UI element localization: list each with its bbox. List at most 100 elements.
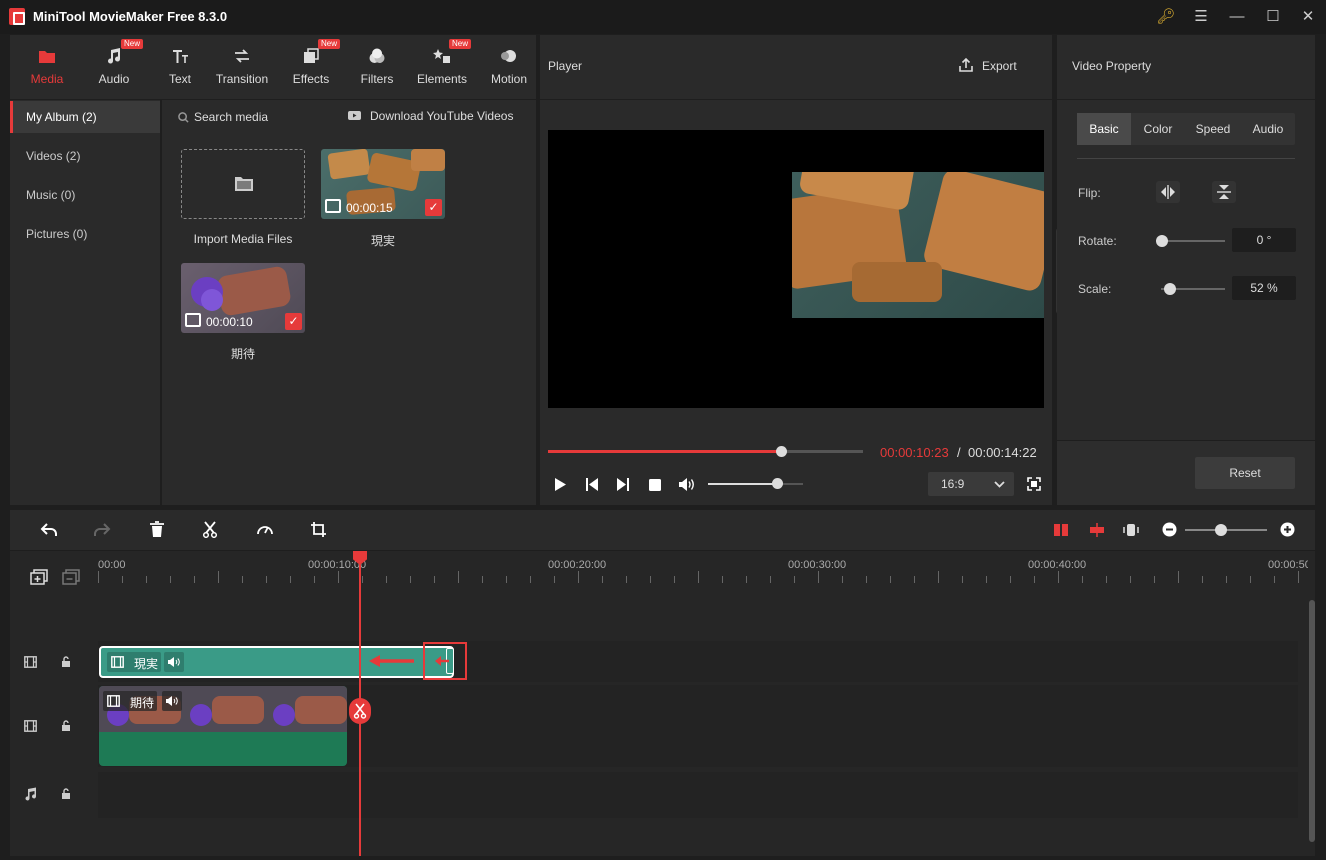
tab-color[interactable]: Color xyxy=(1131,113,1185,145)
tab-audio-property[interactable]: Audio xyxy=(1241,113,1295,145)
scale-handle[interactable] xyxy=(1164,283,1176,295)
ruler-tick xyxy=(242,576,243,583)
ruler-tick xyxy=(530,576,531,583)
minimize-button[interactable]: — xyxy=(1223,4,1251,30)
audio-wave-icon[interactable] xyxy=(1123,522,1139,538)
split-clip-icon[interactable] xyxy=(1089,522,1105,538)
property-footer: Reset xyxy=(1057,441,1315,505)
menu-icon[interactable]: ☰ xyxy=(1187,4,1215,30)
lock-icon[interactable] xyxy=(61,788,71,800)
tab-motion[interactable]: Motion xyxy=(476,35,542,99)
crop-icon[interactable] xyxy=(310,521,327,538)
tab-effects[interactable]: New Effects xyxy=(278,35,344,99)
tab-text[interactable]: Text xyxy=(147,35,213,99)
filters-icon xyxy=(369,48,385,63)
aspect-ratio-select[interactable]: 16:9 xyxy=(928,472,1014,496)
tab-filters[interactable]: Filters xyxy=(344,35,410,99)
export-button[interactable]: Export xyxy=(956,57,1026,77)
volume-icon[interactable] xyxy=(678,477,696,492)
ruler-tick xyxy=(266,576,267,583)
zoom-out-icon[interactable] xyxy=(1162,522,1177,537)
player-title: Player xyxy=(548,59,583,73)
add-track-icon[interactable] xyxy=(30,569,48,585)
import-media-button[interactable] xyxy=(181,149,305,219)
tab-text-label: Text xyxy=(168,72,191,86)
seek-bar[interactable] xyxy=(548,446,863,457)
ruler-tick xyxy=(314,576,315,583)
timeline-ruler[interactable]: 00:00 00:00:10:00 00:00:20:00 00:00:30:0… xyxy=(98,551,1308,593)
lock-icon[interactable] xyxy=(61,720,71,732)
remove-track-icon[interactable] xyxy=(62,569,80,585)
search-input[interactable]: Search media xyxy=(194,110,268,124)
undo-icon[interactable] xyxy=(40,522,58,538)
flip-vertical-icon[interactable] xyxy=(1212,181,1236,203)
tab-media[interactable]: Media xyxy=(14,35,80,99)
tab-audio[interactable]: New Audio xyxy=(81,35,147,99)
seek-handle[interactable] xyxy=(776,446,788,457)
stop-icon[interactable] xyxy=(648,478,662,492)
new-badge: New xyxy=(318,39,341,49)
ruler-label: 00:00 xyxy=(98,559,126,571)
property-tabs: Basic Color Speed Audio xyxy=(1077,113,1295,145)
volume-handle[interactable] xyxy=(772,478,784,489)
zoom-handle[interactable] xyxy=(1215,524,1227,536)
tab-speed[interactable]: Speed xyxy=(1185,113,1241,145)
export-label: Export xyxy=(982,59,1017,73)
tab-elements[interactable]: New Elements xyxy=(409,35,475,99)
next-frame-icon[interactable] xyxy=(616,477,630,492)
sidebar-item-pictures[interactable]: Pictures (0) xyxy=(10,218,160,250)
previous-frame-icon[interactable] xyxy=(585,477,599,492)
aspect-ratio-value: 16:9 xyxy=(941,477,965,491)
ruler-tick xyxy=(1154,576,1155,583)
ruler-tick xyxy=(194,576,195,583)
volume-level xyxy=(708,483,778,485)
play-icon[interactable] xyxy=(553,477,567,492)
scale-value[interactable]: 52 % xyxy=(1232,276,1296,300)
trim-handle-highlight[interactable] xyxy=(423,642,467,680)
split-icon[interactable] xyxy=(202,521,218,538)
timeline-scrollbar[interactable] xyxy=(1309,600,1315,842)
property-header: Video Property xyxy=(1057,35,1315,99)
flip-horizontal-icon[interactable] xyxy=(1156,181,1180,203)
snap-icon[interactable] xyxy=(1053,522,1069,538)
key-icon[interactable]: 🔑︎ xyxy=(1152,4,1180,30)
speaker-icon[interactable] xyxy=(164,652,184,672)
media-library: Search media Download YouTube Videos Imp… xyxy=(162,100,536,505)
sidebar-item-videos[interactable]: Videos (2) xyxy=(10,140,160,172)
lock-icon[interactable] xyxy=(61,656,71,668)
timeline-clip-expectation[interactable]: 期待 xyxy=(99,686,347,766)
speed-icon[interactable] xyxy=(256,521,274,538)
text-icon xyxy=(173,50,188,63)
ruler-tick xyxy=(818,571,819,583)
delete-icon[interactable] xyxy=(149,521,165,538)
download-youtube-button[interactable]: Download YouTube Videos xyxy=(348,109,528,127)
speaker-icon[interactable] xyxy=(162,691,182,711)
rotate-value[interactable]: 0 ° xyxy=(1232,228,1296,252)
search-media[interactable]: Search media xyxy=(178,110,288,128)
import-media-label: Import Media Files xyxy=(193,232,293,246)
redo-icon[interactable] xyxy=(93,522,111,538)
media-thumb-expectation[interactable]: 00:00:10 ✓ xyxy=(181,263,305,333)
rotate-slider[interactable] xyxy=(1161,240,1225,242)
sidebar-item-my-album[interactable]: My Album (2) xyxy=(10,101,160,133)
ruler-tick xyxy=(914,576,915,583)
maximize-button[interactable]: ☐ xyxy=(1259,4,1287,30)
rotate-label: Rotate: xyxy=(1078,234,1117,248)
app-logo-icon xyxy=(9,8,25,25)
tab-elements-label: Elements xyxy=(416,72,468,86)
split-marker[interactable] xyxy=(349,698,371,724)
tab-basic[interactable]: Basic xyxy=(1077,113,1131,145)
volume-slider[interactable] xyxy=(708,478,803,489)
audio-track xyxy=(98,772,1298,818)
reset-button[interactable]: Reset xyxy=(1195,457,1295,489)
ruler-tick xyxy=(938,571,939,583)
tab-transition[interactable]: Transition xyxy=(209,35,275,99)
media-toolbar: Media New Audio Text Transition New Effe… xyxy=(10,35,536,99)
fullscreen-icon[interactable] xyxy=(1027,477,1041,491)
close-button[interactable]: ✕ xyxy=(1294,4,1322,30)
zoom-in-icon[interactable] xyxy=(1280,522,1295,537)
rotate-handle[interactable] xyxy=(1156,235,1168,247)
sidebar-item-music[interactable]: Music (0) xyxy=(10,179,160,211)
ruler-tick xyxy=(794,576,795,583)
media-thumb-reality[interactable]: 00:00:15 ✓ xyxy=(321,149,445,219)
